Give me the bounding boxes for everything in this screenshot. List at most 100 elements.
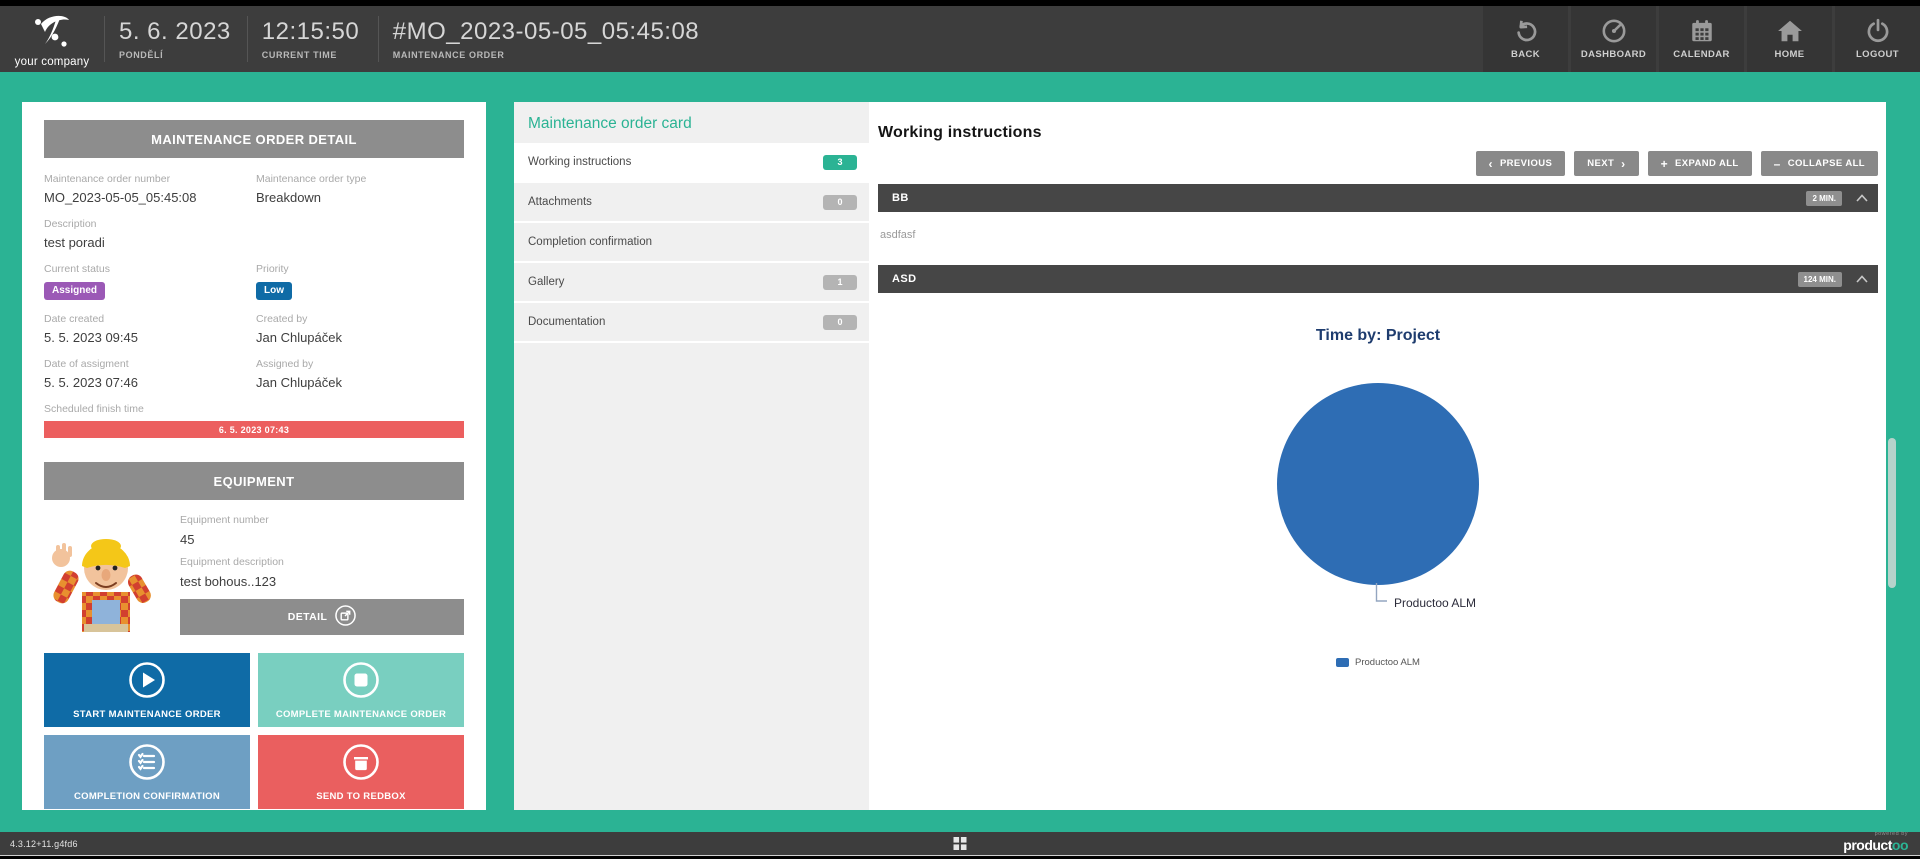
company-logo-icon	[31, 10, 73, 55]
field-mo-type: Maintenance order type Breakdown	[256, 173, 464, 205]
header-order-block: #MO_2023-05-05_05:45:08 MAINTENANCE ORDE…	[379, 6, 715, 72]
empty-cell	[256, 205, 464, 250]
field-mo-number: Maintenance order number MO_2023-05-05_0…	[44, 173, 256, 205]
version-label: 4.3.12+11.g4fd6	[10, 839, 78, 849]
equipment-detail-button[interactable]: DETAIL	[180, 599, 464, 635]
field-assigned-by: Assigned by Jan Chlupáček	[256, 358, 464, 390]
checklist-icon	[127, 742, 167, 785]
equipment-title: EQUIPMENT	[44, 462, 464, 500]
scheduled-finish-time-bar: 6. 5. 2023 07:43	[44, 421, 464, 438]
calendar-icon	[1689, 18, 1715, 44]
tab-attachments[interactable]: Attachments0	[514, 183, 869, 223]
tab-count-badge: 1	[823, 275, 857, 290]
tab-count-badge: 0	[823, 315, 857, 330]
header-time-label: CURRENT TIME	[262, 50, 362, 60]
equipment-number: 45	[180, 532, 464, 547]
header-date-block: 5. 6. 2023 PONDĚLÍ	[105, 6, 247, 72]
maintenance-order-id: #MO_2023-05-05_05:45:08	[393, 19, 699, 45]
tab-completion-confirmation[interactable]: Completion confirmation	[514, 223, 869, 263]
header-spacer	[715, 6, 1483, 72]
pie-slice-productoo-alm	[1277, 383, 1479, 585]
external-link-icon	[335, 605, 356, 629]
completion-confirmation-button[interactable]: COMPLETION CONFIRMATION	[44, 735, 250, 809]
logout-icon	[1865, 18, 1891, 44]
header-date: 5. 6. 2023	[119, 19, 231, 45]
content-title: Working instructions	[878, 124, 1878, 142]
collapse-all-button[interactable]: – COLLAPSE ALL	[1761, 151, 1878, 176]
home-icon	[1777, 18, 1803, 44]
minus-icon: –	[1774, 158, 1781, 170]
detail-card-title: MAINTENANCE ORDER DETAIL	[44, 120, 464, 158]
start-maintenance-order-button[interactable]: START MAINTENANCE ORDER	[44, 653, 250, 727]
status-badge: Assigned	[44, 282, 105, 300]
send-to-redbox-button[interactable]: SEND TO REDBOX	[258, 735, 464, 809]
section-header-asd[interactable]: ASD 124 MIN.	[878, 265, 1878, 293]
tab-count-badge: 0	[823, 195, 857, 210]
play-icon	[127, 660, 167, 703]
box-icon	[341, 742, 381, 785]
card-panel-title: Maintenance order card	[514, 102, 869, 143]
field-priority: Priority Low	[256, 263, 464, 300]
complete-maintenance-order-button[interactable]: COMPLETE MAINTENANCE ORDER	[258, 653, 464, 727]
app-header: your company 5. 6. 2023 PONDĚLÍ 12:15:50…	[0, 6, 1920, 72]
vertical-scrollbar-thumb[interactable]	[1888, 438, 1896, 588]
logout-button[interactable]: LOGOUT	[1835, 6, 1920, 72]
chevron-left-icon: ‹	[1489, 158, 1493, 170]
field-date-created: Date created 5. 5. 2023 09:45	[44, 313, 256, 345]
company-logo-text: your company	[15, 56, 90, 68]
dashboard-button[interactable]: DASHBOARD	[1571, 6, 1656, 72]
back-button[interactable]: BACK	[1483, 6, 1568, 72]
chevron-up-icon	[1856, 189, 1868, 207]
tab-documentation[interactable]: Documentation0	[514, 303, 869, 343]
back-icon	[1513, 18, 1539, 44]
tab-working-instructions[interactable]: Working instructions3	[514, 143, 869, 183]
section-body-bb: asdfasf	[878, 212, 1878, 257]
stop-icon	[341, 660, 381, 703]
legend-swatch	[1336, 658, 1349, 667]
field-scheduled-finish-time: Scheduled finish time 6. 5. 2023 07:43	[44, 403, 464, 438]
field-date-of-assigment: Date of assigment 5. 5. 2023 07:46	[44, 358, 256, 390]
equipment-description: test bohous..123	[180, 574, 464, 589]
field-current-status: Current status Assigned	[44, 263, 256, 300]
legend-label: Productoo ALM	[1355, 657, 1420, 668]
calendar-button[interactable]: CALENDAR	[1659, 6, 1744, 72]
equipment-image	[44, 512, 164, 632]
chevron-right-icon: ›	[1621, 158, 1625, 170]
callout-line	[1375, 582, 1388, 611]
tab-count-badge: 3	[823, 155, 857, 170]
duration-badge: 124 MIN.	[1798, 272, 1842, 287]
grid-icon[interactable]	[954, 837, 967, 850]
equipment-info: Equipment number 45 Equipment descriptio…	[180, 512, 464, 635]
priority-badge: Low	[256, 282, 292, 300]
header-time: 12:15:50	[262, 19, 362, 45]
field-created-by: Created by Jan Chlupáček	[256, 313, 464, 345]
maintenance-order-card-panel: Maintenance order card Working instructi…	[514, 102, 869, 810]
expand-all-button[interactable]: + EXPAND ALL	[1648, 151, 1752, 176]
field-description: Description test poradi	[44, 218, 256, 250]
chevron-up-icon	[1856, 270, 1868, 288]
next-button[interactable]: NEXT ›	[1574, 151, 1638, 176]
tab-gallery[interactable]: Gallery1	[514, 263, 869, 303]
header-nav: BACK DASHBOARD CALENDAR HOME	[1483, 6, 1920, 72]
header-day: PONDĚLÍ	[119, 50, 231, 60]
section-header-bb[interactable]: BB 2 MIN.	[878, 184, 1878, 212]
order-actions: START MAINTENANCE ORDER COMPLETE MAINTEN…	[44, 653, 464, 809]
working-instructions-content: Working instructions ‹ PREVIOUS NEXT › +…	[869, 102, 1886, 810]
instructions-toolbar: ‹ PREVIOUS NEXT › + EXPAND ALL – COLLAPS…	[878, 151, 1878, 176]
home-button[interactable]: HOME	[1747, 6, 1832, 72]
header-time-block: 12:15:50 CURRENT TIME	[248, 6, 378, 72]
maintenance-order-detail-card: MAINTENANCE ORDER DETAIL Maintenance ord…	[22, 102, 486, 810]
chart-legend: Productoo ALM	[878, 657, 1878, 668]
maintenance-order-label: MAINTENANCE ORDER	[393, 50, 699, 60]
app-footer: 4.3.12+11.g4fd6 powered by productoo	[0, 832, 1920, 855]
productoo-logo: powered by productoo	[1843, 832, 1908, 853]
time-by-project-chart: Time by: Project Productoo ALM Productoo…	[878, 327, 1878, 668]
plus-icon: +	[1661, 158, 1668, 170]
detail-fields: Maintenance order number MO_2023-05-05_0…	[44, 160, 464, 390]
chart-title: Time by: Project	[878, 327, 1878, 345]
dashboard-icon	[1601, 18, 1627, 44]
pie-data-label: Productoo ALM	[1375, 585, 1878, 611]
duration-badge: 2 MIN.	[1806, 191, 1842, 206]
previous-button[interactable]: ‹ PREVIOUS	[1476, 151, 1566, 176]
company-logo[interactable]: your company	[0, 6, 104, 72]
